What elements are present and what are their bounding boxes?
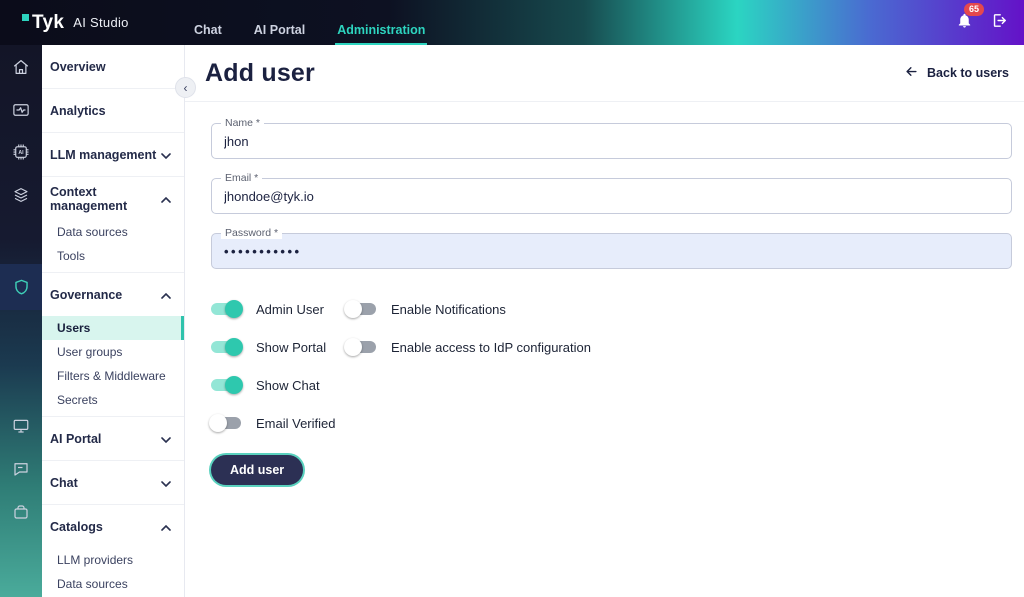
- show-chat-toggle-row: Show Chat: [211, 366, 346, 404]
- notification-badge: 65: [963, 2, 984, 16]
- tab-ai-portal[interactable]: AI Portal: [252, 23, 307, 45]
- sidebar-item-user-groups[interactable]: User groups: [42, 340, 184, 364]
- sidebar-item-tools[interactable]: Tools: [42, 244, 184, 268]
- notifications-button[interactable]: 65: [956, 2, 984, 34]
- email-field[interactable]: Email *: [211, 172, 1012, 214]
- password-input[interactable]: [212, 234, 1011, 268]
- sidebar-item-catalogs[interactable]: Catalogs: [42, 505, 184, 548]
- sidebar-item-users[interactable]: Users: [42, 316, 184, 340]
- password-field[interactable]: Password *: [211, 227, 1012, 269]
- idp-access-label: Enable access to IdP configuration: [391, 339, 591, 355]
- top-nav: Chat AI Portal Administration: [192, 0, 428, 45]
- arrow-left-icon: [904, 64, 919, 82]
- topbar: Tyk AI Studio Chat AI Portal Administrat…: [0, 0, 1024, 45]
- home-icon[interactable]: [0, 58, 42, 76]
- sidebar-collapse-button[interactable]: ‹: [175, 77, 196, 98]
- password-field-label: Password *: [221, 227, 283, 239]
- email-field-label: Email *: [221, 172, 263, 184]
- chevron-up-icon: [161, 192, 171, 206]
- tab-administration[interactable]: Administration: [335, 23, 428, 45]
- show-chat-label: Show Chat: [256, 377, 320, 393]
- show-portal-label: Show Portal: [256, 339, 327, 355]
- analytics-icon[interactable]: [0, 101, 42, 119]
- name-field[interactable]: Name *: [211, 117, 1012, 159]
- bell-icon: [956, 13, 973, 33]
- admin-user-toggle-row: Admin User: [211, 290, 346, 328]
- app-window: Tyk AI Studio Chat AI Portal Administrat…: [0, 0, 1024, 597]
- chevron-up-icon: [161, 520, 171, 534]
- name-field-label: Name *: [221, 117, 265, 129]
- enable-notifications-toggle[interactable]: [344, 300, 376, 318]
- svg-text:AI: AI: [18, 150, 24, 156]
- sidebar: Overview Analytics LLM management Contex…: [42, 45, 185, 597]
- idp-access-toggle[interactable]: [344, 338, 376, 356]
- chevron-down-icon: [161, 476, 171, 490]
- show-portal-toggle-row: Show Portal: [211, 328, 346, 366]
- enable-notifications-label: Enable Notifications: [391, 301, 506, 317]
- logout-button[interactable]: [991, 12, 1008, 34]
- sidebar-item-analytics[interactable]: Analytics: [42, 89, 184, 132]
- sidebar-item-data-sources-catalog[interactable]: Data sources: [42, 572, 184, 596]
- name-input[interactable]: [212, 124, 1011, 158]
- catalog-box-icon[interactable]: [0, 503, 42, 521]
- page-title: Add user: [205, 58, 315, 87]
- enable-notifications-toggle-row: Enable Notifications: [344, 290, 591, 328]
- admin-user-toggle[interactable]: [211, 300, 243, 318]
- sidebar-item-llm-providers[interactable]: LLM providers: [42, 548, 184, 572]
- tyk-logo[interactable]: Tyk AI Studio: [22, 12, 129, 34]
- chevron-up-icon: [161, 288, 171, 302]
- logo-subtitle: AI Studio: [73, 15, 129, 30]
- email-verified-label: Email Verified: [256, 415, 336, 431]
- shield-icon[interactable]: [0, 278, 42, 297]
- page-header: Add user Back to users: [185, 45, 1024, 102]
- sidebar-item-secrets[interactable]: Secrets: [42, 388, 184, 412]
- email-verified-toggle[interactable]: [209, 414, 241, 432]
- chat-bubble-icon[interactable]: [0, 460, 42, 478]
- monitor-icon[interactable]: [0, 417, 42, 435]
- admin-user-label: Admin User: [256, 301, 324, 317]
- topbar-actions: 65: [956, 0, 1008, 45]
- email-input[interactable]: [212, 179, 1011, 213]
- logout-icon: [991, 13, 1008, 33]
- tyk-logo-mark: [22, 14, 29, 21]
- chevron-left-icon: ‹: [183, 80, 188, 95]
- chevron-down-icon: [161, 432, 171, 446]
- main-content: Add user Back to users Name * Email * Pa…: [185, 45, 1024, 597]
- ai-chip-icon[interactable]: AI: [0, 143, 42, 161]
- add-user-form: Name * Email * Password * Admin User: [185, 102, 1024, 485]
- idp-access-toggle-row: Enable access to IdP configuration: [344, 328, 591, 366]
- sidebar-item-llm-management[interactable]: LLM management: [42, 133, 184, 176]
- sidebar-item-governance[interactable]: Governance: [42, 273, 184, 316]
- chevron-down-icon: [161, 148, 171, 162]
- layers-icon[interactable]: [0, 186, 42, 204]
- logo-text: Tyk: [32, 11, 65, 33]
- show-chat-toggle[interactable]: [211, 376, 243, 394]
- sidebar-item-data-sources[interactable]: Data sources: [42, 220, 184, 244]
- email-verified-toggle-row: Email Verified: [209, 404, 346, 442]
- sidebar-item-ai-portal[interactable]: AI Portal: [42, 417, 184, 460]
- add-user-submit-button[interactable]: Add user: [211, 455, 304, 485]
- show-portal-toggle[interactable]: [211, 338, 243, 356]
- sidebar-item-context-management[interactable]: Context management: [42, 177, 184, 220]
- sidebar-item-chat[interactable]: Chat: [42, 461, 184, 504]
- tab-chat[interactable]: Chat: [192, 23, 224, 45]
- sidebar-item-overview[interactable]: Overview: [42, 45, 184, 88]
- sidebar-item-filters-middleware[interactable]: Filters & Middleware: [42, 364, 184, 388]
- icon-rail: AI: [0, 45, 42, 597]
- back-to-users-link[interactable]: Back to users: [904, 64, 1009, 82]
- toggle-options: Admin User Show Portal Show Chat Email V…: [209, 290, 1024, 442]
